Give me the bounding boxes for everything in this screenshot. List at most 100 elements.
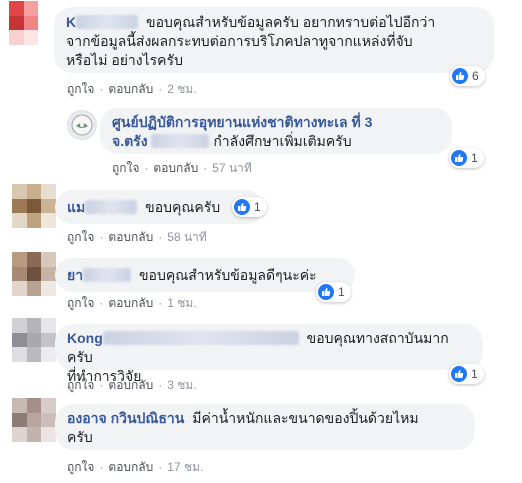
avatar-pixel (38, 30, 53, 45)
like-icon (234, 199, 250, 215)
commenter-name[interactable]: แม (67, 199, 138, 215)
avatar-pixel (41, 427, 56, 442)
avatar-pixel (41, 347, 56, 362)
like-icon (451, 366, 467, 382)
avatar-pixel (9, 15, 24, 31)
reply-link[interactable]: ตอบกลับ (153, 161, 198, 175)
like-link[interactable]: ถูกใจ (112, 161, 139, 175)
timestamp[interactable]: 57 นาที (212, 161, 252, 175)
like-icon (451, 150, 467, 166)
avatar-pixel (23, 1, 39, 16)
avatar[interactable] (12, 398, 56, 442)
avatar-pixel (23, 15, 39, 31)
avatar-pixel (41, 398, 56, 413)
like-icon (452, 68, 468, 84)
avatar-pixel (26, 252, 42, 267)
avatar-pixel (26, 398, 42, 413)
timestamp[interactable]: 58 นาที (167, 230, 207, 244)
like-link[interactable]: ถูกใจ (67, 230, 94, 244)
page-logo-icon (71, 114, 93, 136)
reply-link[interactable]: ตอบกลับ (108, 82, 153, 96)
reaction-count[interactable]: 1 (232, 197, 267, 217)
avatar-pixel (12, 332, 27, 348)
like-icon (318, 284, 334, 300)
comment-actions: ถูกใจ · ตอบกลับ · 58 นาที (67, 230, 207, 244)
avatar-pixel (26, 281, 42, 296)
comment-bubble: ยา ขอบคุณสำหรับข้อมูลดีๆนะค่ะ (55, 258, 355, 292)
comment-bubble: ศูนย์ปฏิบัติการอุทยานแห่งชาติทางทะเล ที่… (100, 108, 452, 154)
comment-actions: ถูกใจ · ตอบกลับ · 17 ชม. (67, 460, 204, 474)
comment-bubble: องอาจ กวินปณิธาน มีค่าน้ำหนักและขนาดของป… (55, 404, 475, 450)
avatar-pixel (12, 213, 27, 228)
avatar-pixel (12, 198, 27, 214)
avatar-pixel (12, 412, 27, 428)
avatar-pixel (12, 184, 27, 199)
avatar-pixel (26, 266, 42, 282)
comment-actions: ถูกใจ · ตอบกลับ · 2 ชม. (67, 82, 197, 96)
like-link[interactable]: ถูกใจ (67, 82, 94, 96)
avatar-pixel (26, 427, 42, 442)
avatar-pixel (12, 427, 27, 442)
reply-link[interactable]: ตอบกลับ (108, 230, 153, 244)
comment-actions: ถูกใจ · ตอบกลับ · 1 ชม. (67, 296, 197, 310)
avatar-pixel (26, 332, 42, 348)
reply-link[interactable]: ตอบกลับ (108, 296, 153, 310)
timestamp[interactable]: 17 ชม. (167, 460, 203, 474)
reaction-count[interactable]: 1 (449, 364, 484, 384)
commenter-name[interactable]: Kong (67, 330, 299, 346)
avatar[interactable] (12, 318, 56, 362)
reply-link[interactable]: ตอบกลับ (108, 378, 153, 392)
comment-text: มีค่าน้ำหนักและขนาดของปิ้นด้วยไหม (192, 410, 419, 426)
reaction-count[interactable]: 1 (449, 148, 484, 168)
reaction-count[interactable]: 1 (316, 282, 351, 302)
avatar-pixel (23, 30, 39, 45)
avatar[interactable] (12, 184, 56, 228)
comment-text: ขอบคุณสำหรับข้อมูลดีๆนะค่ะ (138, 267, 317, 283)
avatar-pixel (9, 1, 24, 16)
comment-actions: ถูกใจ · ตอบกลับ · 3 ชม. (67, 378, 197, 392)
commenter-name[interactable]: K (66, 14, 139, 30)
timestamp[interactable]: 3 ชม. (167, 378, 196, 392)
avatar-pixel (41, 252, 56, 267)
comment-text: ขอบคุณสำหรับข้อมูลครับ อยากทราบต่อไปอีกว… (146, 14, 436, 30)
comment-actions: ถูกใจ · ตอบกลับ · 57 นาที (112, 161, 252, 175)
avatar-pixel (12, 398, 27, 413)
blurred-name (151, 134, 210, 148)
timestamp[interactable]: 2 ชม. (167, 82, 196, 96)
commenter-name[interactable]: ยา (67, 267, 132, 283)
avatar-pixel (26, 213, 42, 228)
blurred-name (85, 200, 138, 214)
reply-link[interactable]: ตอบกลับ (108, 460, 153, 474)
avatar-pixel (26, 347, 42, 362)
avatar-pixel (12, 318, 27, 333)
page-avatar[interactable] (67, 110, 97, 140)
avatar-pixel (38, 15, 53, 31)
reaction-count[interactable]: 6 (450, 66, 485, 86)
blurred-name (76, 15, 139, 29)
blurred-name (83, 268, 132, 282)
avatar-pixel (41, 318, 56, 333)
avatar-pixel (12, 347, 27, 362)
comment-text-line: หรือไม่ อย่างไรครับ (66, 52, 183, 68)
avatar-pixel (12, 252, 27, 267)
commenter-name[interactable]: ศูนย์ปฏิบัติการอุทยานแห่งชาติทางทะเล ที่… (112, 113, 440, 132)
timestamp[interactable]: 1 ชม. (167, 296, 196, 310)
avatar-pixel (26, 184, 42, 199)
blurred-name (102, 331, 299, 345)
avatar-pixel (41, 266, 56, 282)
comment-text-line: ครับ (67, 429, 93, 445)
commenter-name[interactable]: องอาจ กวินปณิธาน (67, 410, 184, 426)
avatar-pixel (26, 318, 42, 333)
comment-bubble: Kong ขอบคุณทางสถาบันมากครับ ที่ทำการวิจั… (55, 324, 483, 384)
like-link[interactable]: ถูกใจ (67, 296, 94, 310)
commenter-name-line2[interactable]: จ.ตรัง (112, 133, 210, 149)
avatar-pixel (9, 30, 24, 45)
avatar-pixel (38, 1, 53, 16)
avatar-pixel (41, 332, 56, 348)
like-link[interactable]: ถูกใจ (67, 460, 94, 474)
avatar-pixel (12, 266, 27, 282)
like-link[interactable]: ถูกใจ (67, 378, 94, 392)
avatar[interactable] (9, 1, 53, 45)
avatar[interactable] (12, 252, 56, 296)
avatar-pixel (26, 198, 42, 214)
